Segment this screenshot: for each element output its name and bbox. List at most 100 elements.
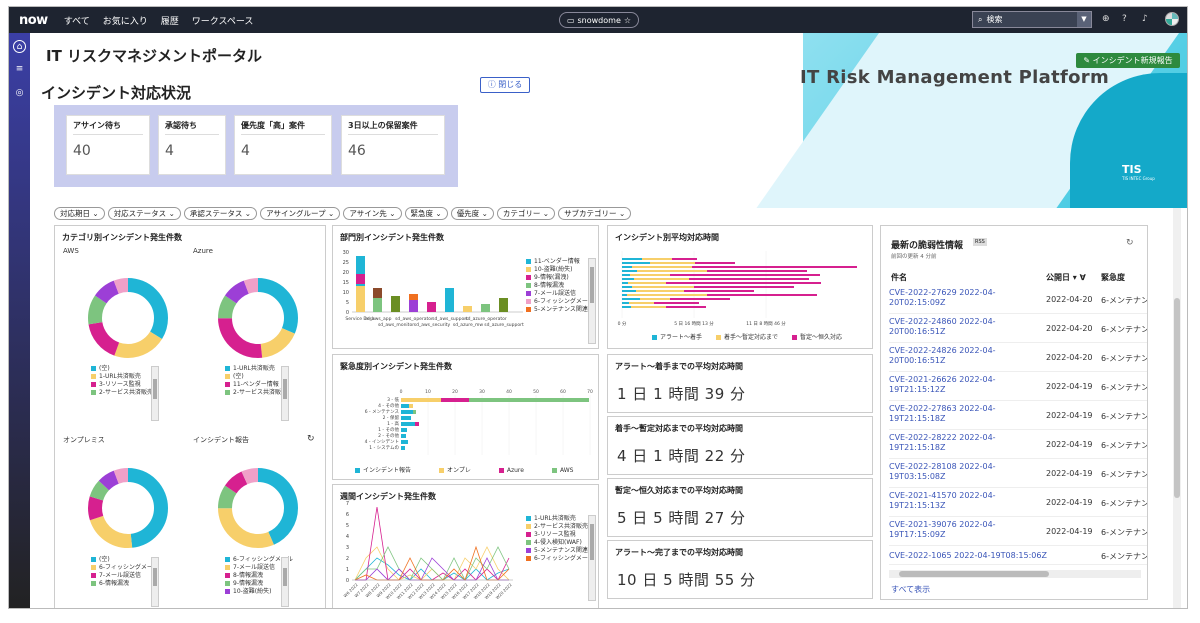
donut-azure bbox=[218, 278, 298, 358]
legend-item: 10-盗難(紛失) bbox=[526, 266, 586, 274]
cve-link[interactable]: CVE-2021-41570 2022-04-19T21:15:13Z bbox=[889, 491, 1029, 511]
legend-item: AWS bbox=[551, 467, 573, 475]
legend-item: 7-メール誤送信 bbox=[91, 572, 159, 580]
legend-scrollbar[interactable] bbox=[151, 557, 159, 607]
publish-date: 2022-04-19 bbox=[1046, 469, 1093, 478]
col-header-severity[interactable]: 緊急度 bbox=[1101, 272, 1125, 283]
bell-icon[interactable]: ♪ bbox=[1142, 14, 1148, 24]
legend-item: 6-情報漏洩 bbox=[91, 580, 159, 588]
help-icon[interactable]: ? bbox=[1122, 14, 1127, 24]
col-header-date[interactable]: 公開日 ▾ ∀ bbox=[1046, 272, 1086, 283]
swatch bbox=[498, 468, 504, 473]
swatch bbox=[225, 589, 230, 594]
browser-frame: now すべて お気に入り 履歴 ワークスペース ▭ snowdome ☆ ⌕ … bbox=[8, 6, 1188, 609]
x-tick: sd_aws_security bbox=[414, 322, 451, 328]
kpi-high-priority[interactable]: 優先度「高」案件 4 bbox=[234, 115, 332, 175]
y-tick: 15 bbox=[343, 280, 349, 286]
legend-item: 暫定〜恒久対応 bbox=[792, 334, 842, 342]
nav-favorites[interactable]: お気に入り bbox=[103, 14, 148, 27]
cve-link[interactable]: CVE-2022-24860 2022-04-20T00:16:51Z bbox=[889, 317, 1029, 337]
kpi-await-assign[interactable]: アサイン待ち 40 bbox=[66, 115, 150, 175]
swatch bbox=[91, 366, 96, 371]
y-tick: 3 bbox=[346, 545, 349, 551]
horizontal-scrollbar[interactable] bbox=[889, 570, 1141, 578]
y-tick: 0 bbox=[346, 578, 349, 584]
cve-link[interactable]: CVE-2022-27863 2022-04-19T21:15:18Z bbox=[889, 404, 1029, 424]
chevron-down-icon: ⌄ bbox=[328, 209, 335, 218]
swatch bbox=[91, 374, 96, 379]
search-placeholder: 検索 bbox=[986, 15, 1003, 24]
filter-due-date[interactable]: 対応期日 ⌄ bbox=[54, 207, 105, 220]
close-button[interactable]: ⓘ 閉じる bbox=[480, 77, 530, 93]
dashboard-icon[interactable]: ◎ bbox=[13, 87, 26, 100]
menu-icon[interactable]: ≡ bbox=[13, 63, 26, 76]
legend-label: 3-リソース監視 bbox=[534, 531, 576, 538]
weekly-panel: 週間インシデント発生件数 01234567 W6 2022 W7 2022 W8 2… bbox=[332, 484, 599, 608]
filter-approval[interactable]: 承認ステータス ⌄ bbox=[183, 207, 258, 220]
nav-workspace[interactable]: ワークスペース bbox=[192, 14, 254, 27]
legend-scrollbar[interactable] bbox=[151, 366, 159, 421]
bar bbox=[409, 404, 413, 408]
bar bbox=[401, 398, 441, 402]
home-icon[interactable]: ⌂ bbox=[13, 40, 26, 53]
legend-scrollbar[interactable] bbox=[281, 366, 289, 421]
filter-assign-group[interactable]: アサイングループ ⌄ bbox=[260, 207, 341, 220]
filter-assignee[interactable]: アサイン先 ⌄ bbox=[343, 207, 402, 220]
legend-scrollbar[interactable] bbox=[588, 258, 596, 344]
globe-icon[interactable]: ⊕ bbox=[1102, 14, 1110, 24]
cve-link[interactable]: CVE-2022-27629 2022-04-20T02:15:09Z bbox=[889, 288, 1029, 308]
filter-subcategory[interactable]: サブカテゴリー ⌄ bbox=[558, 207, 632, 220]
cve-link[interactable]: CVE-2022-24826 2022-04-20T00:16:51Z bbox=[889, 346, 1029, 366]
kpi-label: 3日以上の保留案件 bbox=[348, 120, 438, 135]
chevron-down-icon: ⌄ bbox=[435, 209, 442, 218]
page-scrollbar[interactable] bbox=[1173, 208, 1181, 608]
bar bbox=[415, 422, 419, 426]
nav-history[interactable]: 履歴 bbox=[161, 14, 179, 27]
col-header-name[interactable]: 件名 bbox=[891, 272, 907, 283]
instance-selector[interactable]: ▭ snowdome ☆ bbox=[559, 12, 639, 28]
search-dropdown-icon[interactable]: ▼ bbox=[1077, 12, 1091, 27]
dept-panel: 部門別インシデント発生件数 0 5 10 15 20 25 30 Service Desk … bbox=[332, 225, 599, 349]
avatar[interactable] bbox=[1165, 12, 1179, 26]
filter-category[interactable]: カテゴリー ⌄ bbox=[496, 207, 556, 220]
filter-status[interactable]: 対応ステータス ⌄ bbox=[107, 207, 181, 220]
swatch bbox=[91, 565, 96, 570]
show-all-link[interactable]: すべて表示 bbox=[891, 584, 930, 595]
kpi-pending-3days[interactable]: 3日以上の保留案件 46 bbox=[341, 115, 445, 175]
legend-label: (空) bbox=[99, 556, 110, 563]
filter-label: アサイン先 bbox=[349, 209, 387, 218]
nav-all[interactable]: すべて bbox=[64, 14, 90, 27]
urgency-panel: 緊急度別インシデント発生件数 0 10 20 30 40 50 60 70 3 - 低4 - … bbox=[332, 354, 599, 480]
swatch bbox=[526, 524, 531, 529]
new-incident-button[interactable]: ✎ インシデント新規報告 bbox=[1076, 53, 1180, 68]
legend-label: Azure bbox=[506, 467, 524, 474]
donut-aws bbox=[88, 278, 168, 358]
cve-link[interactable]: CVE-2022-28222 2022-04-19T21:15:18Z bbox=[889, 433, 1029, 453]
filter-priority[interactable]: 優先度 ⌄ bbox=[450, 207, 494, 220]
refresh-icon[interactable]: ↻ bbox=[1126, 238, 1134, 248]
filter-bar: 対応期日 ⌄ 対応ステータス ⌄ 承認ステータス ⌄ アサイングループ ⌄ アサ… bbox=[54, 207, 632, 220]
x-tick: 10 bbox=[425, 389, 431, 395]
x-tick: sd_aws_operator bbox=[395, 316, 433, 322]
y-tick: 4 - その他 bbox=[378, 402, 399, 409]
y-tick: 0 bbox=[346, 310, 349, 316]
cve-link[interactable]: CVE-2022-28108 2022-04-19T03:15:08Z bbox=[889, 462, 1029, 482]
legend-item: 3-リソース監視 bbox=[526, 531, 586, 539]
star-icon[interactable]: ☆ bbox=[624, 16, 631, 25]
filter-urgency[interactable]: 緊急度 ⌄ bbox=[404, 207, 448, 220]
now-logo[interactable]: now bbox=[19, 13, 48, 28]
severity: 6-メンテナン bbox=[1101, 470, 1148, 479]
swatch bbox=[526, 548, 531, 553]
cve-link[interactable]: CVE-2022-1065 2022-04-19T08:15:06Z bbox=[889, 551, 1079, 561]
search-box[interactable]: ⌕ 検索 ▼ bbox=[972, 11, 1092, 28]
legend-scrollbar[interactable] bbox=[588, 515, 596, 601]
x-tick: sd_aws_app bbox=[365, 316, 392, 322]
filter-label: サブカテゴリー bbox=[564, 209, 617, 218]
legend-scrollbar[interactable] bbox=[281, 557, 289, 607]
cve-link[interactable]: CVE-2021-26626 2022-04-19T21:15:12Z bbox=[889, 375, 1029, 395]
swatch bbox=[792, 335, 798, 340]
kpi-await-approval[interactable]: 承認待ち 4 bbox=[158, 115, 226, 175]
x-tick: 5 日 16 時間 13 分 bbox=[674, 320, 714, 327]
cve-link[interactable]: CVE-2021-39076 2022-04-19T17:15:09Z bbox=[889, 520, 1029, 540]
bar bbox=[445, 288, 454, 312]
